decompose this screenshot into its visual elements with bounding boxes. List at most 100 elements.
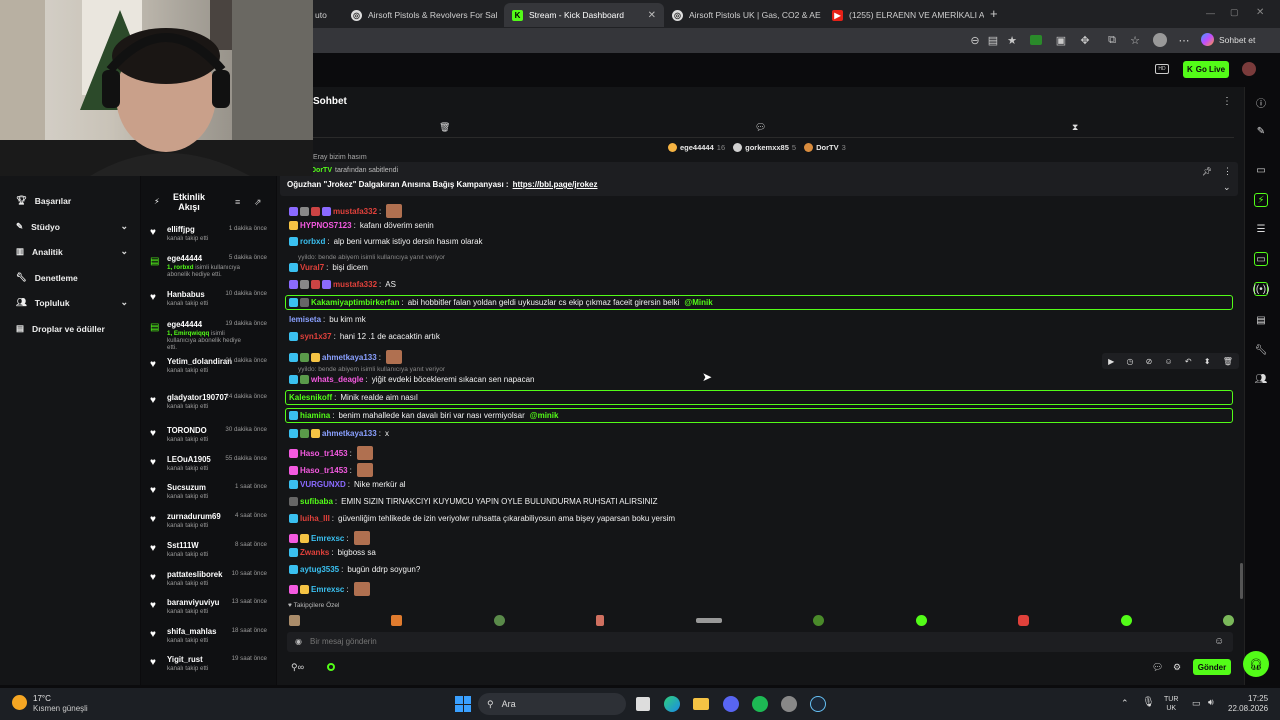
chat-username[interactable]: ahmetkaya133 bbox=[322, 429, 377, 438]
reader-icon[interactable]: ▤ bbox=[986, 33, 1000, 47]
emote[interactable] bbox=[391, 615, 403, 626]
chat-mention[interactable]: @minik bbox=[530, 411, 559, 420]
chat-username[interactable]: rorbxd bbox=[300, 237, 325, 246]
ban-icon[interactable]: ⊘ bbox=[1146, 357, 1153, 366]
chat-message[interactable]: HYPNOS7123: kafanı döverim senin bbox=[289, 221, 434, 230]
chat-username[interactable]: sufibaba bbox=[300, 497, 333, 506]
chat-message[interactable]: Haso_tr1453: bbox=[289, 463, 373, 477]
chevron-up-icon[interactable]: ⌃ bbox=[1121, 698, 1129, 709]
emote[interactable] bbox=[289, 615, 300, 626]
nav-analitik[interactable]: ▥ Analitik ⌄ bbox=[16, 246, 128, 257]
chat-message[interactable]: ahmetkaya133: bbox=[289, 350, 402, 364]
chat-username[interactable]: VURGUNXD bbox=[300, 480, 346, 489]
extension-green-icon[interactable] bbox=[1030, 35, 1042, 45]
activity-user[interactable]: Yigit_rust bbox=[167, 655, 203, 664]
discord-icon[interactable] bbox=[723, 696, 739, 712]
taskbar-search[interactable]: ⚲ Ara bbox=[478, 693, 626, 715]
wrench-icon[interactable]: 🔧︎ bbox=[1254, 343, 1268, 357]
people-icon[interactable]: 👥︎ bbox=[1254, 372, 1268, 386]
chat-username[interactable]: lemiseta bbox=[289, 315, 321, 324]
more-icon[interactable]: ⋯ bbox=[1177, 33, 1191, 47]
chat-username[interactable]: luiha_III bbox=[300, 514, 330, 523]
reply-icon[interactable]: ↶ bbox=[1185, 357, 1192, 366]
popout-icon[interactable]: ⇗ bbox=[254, 197, 262, 208]
gear-icon[interactable]: ⚙ bbox=[1173, 662, 1181, 673]
chat-message[interactable]: mustafa332: AS bbox=[289, 280, 396, 289]
activity-user[interactable]: ege44444 bbox=[167, 320, 202, 329]
chat-message[interactable]: syn1x37: hani 12 .1 de acacaktin artık bbox=[289, 332, 440, 341]
chat-username[interactable]: mustafa332 bbox=[333, 207, 377, 216]
chat-message[interactable]: Vural7: bişi dicem bbox=[289, 263, 368, 272]
chat-username[interactable]: hiamina bbox=[300, 411, 330, 420]
nav-denetleme[interactable]: 🔧︎ Denetleme bbox=[16, 272, 128, 283]
chat-username[interactable]: Zwanks bbox=[300, 548, 329, 557]
nav-basarilar[interactable]: 🏆︎ Başarılar bbox=[16, 195, 128, 206]
file-explorer-icon[interactable] bbox=[693, 698, 709, 710]
puzzle-icon[interactable]: ✥ bbox=[1078, 33, 1092, 47]
chat-username[interactable]: Kalesnikoff bbox=[289, 393, 332, 402]
mod-tools-icon[interactable]: ⚲∞ bbox=[291, 662, 304, 673]
chat-message[interactable]: Emrexsc: bbox=[289, 582, 370, 596]
profile-avatar[interactable] bbox=[1153, 33, 1167, 47]
chat-message[interactable]: aytug3535: bugün ddrp soygun? bbox=[289, 565, 420, 574]
chat-username[interactable]: whats_deagle bbox=[311, 375, 363, 384]
emote[interactable] bbox=[1120, 615, 1132, 626]
chat-message[interactable]: mustafa332: bbox=[289, 204, 403, 218]
activity-user[interactable]: Hanbabus bbox=[167, 290, 205, 299]
pin-icon[interactable]: ⬍ bbox=[1204, 357, 1211, 366]
chat-scrollbar[interactable] bbox=[1240, 563, 1243, 599]
emote[interactable] bbox=[1222, 615, 1234, 626]
chat-username[interactable]: HYPNOS7123 bbox=[300, 221, 352, 230]
broadcast-icon[interactable]: ((•)) bbox=[1253, 282, 1269, 296]
chat-message[interactable]: Emrexsc: bbox=[289, 531, 370, 545]
activity-user[interactable]: Sst111W bbox=[167, 541, 199, 550]
chat-message[interactable]: ahmetkaya133: x bbox=[289, 429, 389, 438]
activity-user[interactable]: Yetim_dolandiran bbox=[167, 357, 232, 366]
tab-youtube[interactable]: ▶ (1255) ELRAENN VE AMERİKALI A ✕ bbox=[824, 3, 984, 27]
emote[interactable] bbox=[493, 615, 505, 626]
activity-user[interactable]: gladyator190707 bbox=[167, 393, 228, 402]
chat-username[interactable]: Emrexsc bbox=[311, 534, 344, 543]
pinned-menu-icon[interactable]: ⋮ bbox=[1223, 166, 1232, 177]
chat-username[interactable]: Emrexsc bbox=[311, 585, 344, 594]
emote[interactable] bbox=[915, 615, 927, 626]
chat-message[interactable]: luiha_III: güvenliğim tehlikede de izin v… bbox=[289, 514, 675, 523]
zoom-icon[interactable]: ⊖ bbox=[968, 33, 982, 47]
play-icon[interactable]: ▶ bbox=[1108, 357, 1114, 366]
language-indicator[interactable]: TUR UK bbox=[1164, 695, 1178, 713]
camera-icon[interactable]: ▭ bbox=[1254, 163, 1268, 177]
go-live-button[interactable]: K Go Live bbox=[1183, 61, 1229, 78]
hd-icon[interactable]: HD bbox=[1155, 64, 1169, 74]
trash-icon[interactable]: 🗑︎ bbox=[439, 122, 450, 133]
tab-kick-dashboard[interactable]: K Stream - Kick Dashboard ✕ bbox=[504, 3, 664, 27]
app-icon[interactable] bbox=[781, 696, 797, 712]
emote[interactable] bbox=[695, 618, 722, 623]
emoji-picker-icon[interactable]: ☺ bbox=[1214, 636, 1224, 647]
activity-user[interactable]: Sucsuzum bbox=[167, 483, 206, 492]
emote[interactable] bbox=[596, 615, 605, 626]
activity-user[interactable]: zurnadurum69 bbox=[167, 512, 221, 521]
edit-icon[interactable]: ✎ bbox=[1254, 124, 1268, 138]
chat-message[interactable]: sufibaba: EMIN SIZIN TIRNAKCIYI KUYUMCU Y… bbox=[289, 497, 658, 506]
nav-topluluk[interactable]: 👥︎ Topluluk ⌄ bbox=[16, 297, 128, 308]
chat-username[interactable]: syn1x37 bbox=[300, 332, 332, 341]
chat-username[interactable]: Haso_tr1453 bbox=[300, 466, 348, 475]
volume-icon[interactable]: 🔊︎ bbox=[1208, 697, 1214, 708]
chat-input[interactable] bbox=[310, 634, 1190, 649]
chat-message[interactable]: Haso_tr1453: bbox=[289, 446, 373, 460]
microphone-icon[interactable]: 🎙︎ bbox=[1142, 697, 1155, 708]
chat-message[interactable]: Kalesnikoff: Minik realde aim nasıl bbox=[289, 393, 418, 402]
chat-mention[interactable]: @Minik bbox=[684, 298, 712, 307]
support-button[interactable]: 🎧︎ bbox=[1243, 651, 1269, 677]
edge-icon[interactable] bbox=[664, 696, 680, 712]
weather-widget[interactable]: 17°C Kısmen güneşli bbox=[33, 694, 88, 714]
activity-user[interactable]: elliffjpg bbox=[167, 225, 195, 234]
chat-username[interactable]: mustafa332 bbox=[333, 280, 377, 289]
chat-username[interactable]: ahmetkaya133 bbox=[322, 353, 377, 362]
chevron-down-icon[interactable]: ⌄ bbox=[1223, 182, 1231, 193]
chat-username[interactable]: Vural7 bbox=[300, 263, 324, 272]
filter-icon[interactable]: ≡ bbox=[235, 197, 240, 207]
chat-menu-icon[interactable]: ⋮ bbox=[1222, 96, 1232, 107]
delete-icon[interactable]: 🗑︎ bbox=[1223, 357, 1233, 366]
emote[interactable] bbox=[813, 615, 825, 626]
